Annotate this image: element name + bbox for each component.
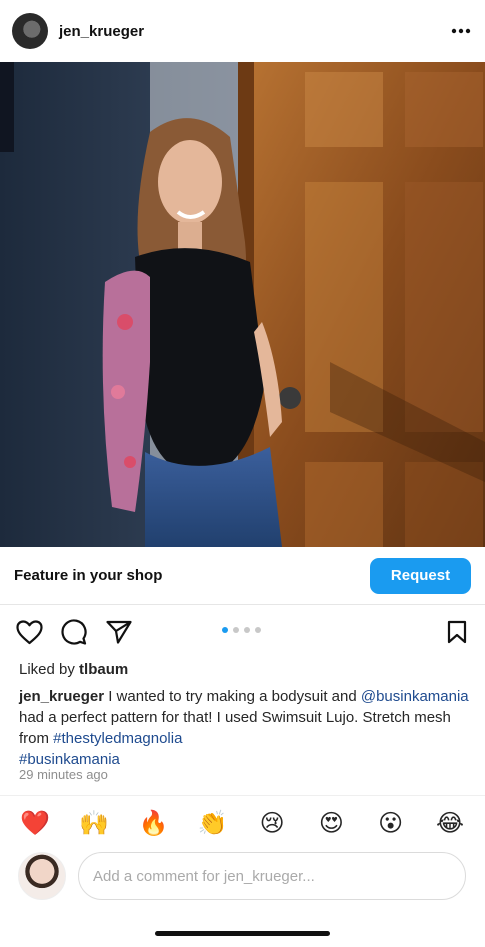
reaction-heart-eyes[interactable]: 😍: [315, 808, 347, 840]
request-button[interactable]: Request: [370, 557, 471, 594]
reaction-crying[interactable]: 😢: [256, 808, 288, 840]
reaction-heart[interactable]: ❤️: [19, 808, 51, 840]
share-icon[interactable]: [104, 617, 134, 647]
user-avatar[interactable]: [12, 13, 48, 49]
caption-text-1: I wanted to try making a bodysuit and: [104, 688, 361, 705]
carousel-dot: [244, 627, 250, 633]
heart-icon[interactable]: [14, 617, 44, 647]
more-options-icon[interactable]: [449, 19, 473, 43]
shop-feature-label: Feature in your shop: [14, 567, 163, 584]
reaction-raised-hands[interactable]: 🙌: [78, 808, 110, 840]
post-photo[interactable]: [0, 62, 485, 547]
post-timestamp: 29 minutes ago: [19, 767, 108, 782]
caption-mention[interactable]: @businkamania: [361, 688, 469, 705]
post-header: jen_krueger: [0, 0, 485, 62]
reaction-clap[interactable]: 👏: [197, 808, 229, 840]
carousel-dot: [255, 627, 261, 633]
carousel-indicator: [222, 627, 261, 633]
shop-feature-bar: Feature in your shop Request: [0, 547, 485, 605]
likes-summary: Liked by tlbaum: [19, 661, 128, 678]
liked-by-user[interactable]: tlbaum: [79, 661, 128, 678]
caption-hashtag-1[interactable]: #thestyledmagnolia: [53, 730, 182, 747]
bookmark-icon[interactable]: [447, 620, 467, 649]
comment-input[interactable]: [78, 852, 466, 900]
current-user-avatar: [18, 852, 66, 900]
likes-prefix: Liked by: [19, 661, 80, 678]
comment-icon[interactable]: [59, 617, 89, 647]
quick-reactions: ❤️ 🙌 🔥 👏 😢 😍 😮 😂: [0, 795, 485, 843]
carousel-dot: [222, 627, 228, 633]
reaction-fire[interactable]: 🔥: [138, 808, 170, 840]
carousel-dot: [233, 627, 239, 633]
caption-hashtag-2[interactable]: #businkamania: [19, 751, 120, 768]
reaction-laughing[interactable]: 😂: [434, 808, 466, 840]
post-caption: jen_krueger I wanted to try making a bod…: [19, 686, 469, 770]
comment-composer: [0, 848, 485, 904]
post-actions: [0, 606, 485, 658]
post-username[interactable]: jen_krueger: [59, 23, 144, 40]
reaction-surprised[interactable]: 😮: [375, 808, 407, 840]
home-indicator[interactable]: [155, 931, 330, 936]
caption-username[interactable]: jen_krueger: [19, 688, 104, 705]
